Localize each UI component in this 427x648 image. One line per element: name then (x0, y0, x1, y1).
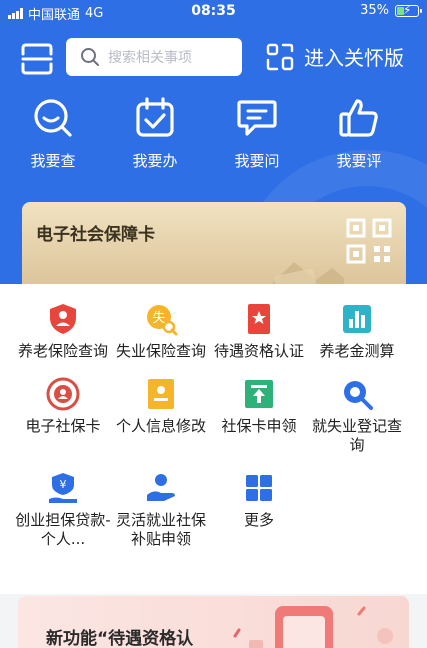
service-label: 失业保险查询 (115, 342, 206, 360)
promo-text: 新功能“待遇资格认 (46, 629, 194, 648)
search-placeholder: 搜索相关事项 (108, 50, 192, 66)
svg-text:失: 失 (152, 311, 165, 326)
service-startup-loan[interactable]: ¥ 创业担保贷款-个人... (14, 471, 112, 549)
service-label: 电子社保卡 (25, 417, 101, 435)
care-mode-button[interactable]: 进入关怀版 (266, 42, 404, 71)
svg-text:¥: ¥ (60, 478, 67, 491)
quick-action-label: 我要办 (132, 152, 178, 170)
service-label: 灵活就业社保补贴申领 (115, 511, 206, 548)
service-employment-query[interactable]: 就失业登记查询 (308, 377, 406, 455)
service-label: 养老金测算 (319, 342, 395, 360)
search-icon (81, 48, 99, 66)
grid-more-icon (246, 475, 272, 501)
service-label: 养老保险查询 (17, 342, 108, 360)
quick-action-rate[interactable]: 我要评 (308, 96, 410, 171)
bar-chart-icon (343, 305, 371, 333)
service-pension-query[interactable]: 养老保险查询 (14, 302, 112, 361)
top-bar: 搜索相关事项 进入关怀版 (0, 36, 427, 80)
qr-code-icon[interactable] (346, 218, 392, 264)
care-mode-label: 进入关怀版 (304, 46, 404, 70)
social-security-card[interactable]: 电子社会保障卡 (22, 202, 406, 286)
hand-person-icon (147, 474, 175, 501)
service-label: 就失业登记查询 (311, 417, 402, 454)
services-panel: 养老保险查询 失 失业保险查询 待遇资格认证 养老金测算 电子社保卡 个人信息修… (0, 284, 427, 594)
magnifier-icon (344, 381, 373, 410)
qualification-bookmark-icon (248, 304, 270, 334)
service-personal-info[interactable]: 个人信息修改 (112, 377, 210, 455)
services-grid: 养老保险查询 失 失业保险查询 待遇资格认证 养老金测算 电子社保卡 个人信息修… (14, 302, 406, 549)
quick-action-label: 我要评 (336, 152, 382, 170)
quick-actions: 我要查 我要办 我要问 我要评 (0, 96, 427, 171)
service-card-apply[interactable]: 社保卡申领 (210, 377, 308, 455)
search-input[interactable]: 搜索相关事项 (66, 38, 242, 76)
care-mode-icon (266, 43, 294, 70)
status-bar: 中国联通 4G 08:35 35% ⚡ (0, 0, 427, 24)
card-title: 电子社会保障卡 (36, 225, 155, 245)
service-flexible-subsidy[interactable]: 灵活就业社保补贴申领 (112, 471, 210, 549)
unemployment-search-icon: 失 (147, 305, 178, 336)
thumbs-up-icon (339, 99, 378, 137)
search-chat-icon (34, 99, 72, 137)
loan-yen-icon: ¥ (49, 473, 77, 503)
service-label: 个人信息修改 (115, 417, 206, 435)
service-e-social-card[interactable]: 电子社保卡 (14, 377, 112, 455)
promo-illustration (233, 606, 393, 648)
scan-icon[interactable] (20, 42, 54, 76)
quick-action-handle[interactable]: 我要办 (104, 96, 206, 171)
social-card-badge-icon (46, 377, 80, 411)
service-label: 待遇资格认证 (213, 342, 304, 360)
promo-banner[interactable]: 新功能“待遇资格认 (18, 596, 409, 648)
id-card-icon (148, 379, 174, 409)
battery-icon: ⚡ (395, 3, 422, 17)
service-qualification-cert[interactable]: 待遇资格认证 (210, 302, 308, 361)
chat-icon (237, 100, 277, 136)
card-decoration (270, 262, 344, 286)
service-pension-calc[interactable]: 养老金测算 (308, 302, 406, 361)
service-unemployment-query[interactable]: 失 失业保险查询 (112, 302, 210, 361)
service-label: 创业担保贷款-个人... (15, 511, 111, 548)
pension-shield-icon (50, 304, 76, 334)
quick-action-label: 我要查 (30, 152, 76, 170)
calendar-check-icon (136, 97, 174, 137)
quick-action-ask[interactable]: 我要问 (206, 96, 308, 171)
battery-percent: 35% (360, 3, 389, 18)
service-label: 更多 (243, 511, 274, 529)
quick-action-label: 我要问 (234, 152, 280, 170)
quick-action-query[interactable]: 我要查 (2, 96, 104, 171)
service-label: 社保卡申领 (221, 417, 297, 435)
service-more[interactable]: 更多 (210, 471, 308, 549)
card-apply-icon (245, 380, 273, 408)
